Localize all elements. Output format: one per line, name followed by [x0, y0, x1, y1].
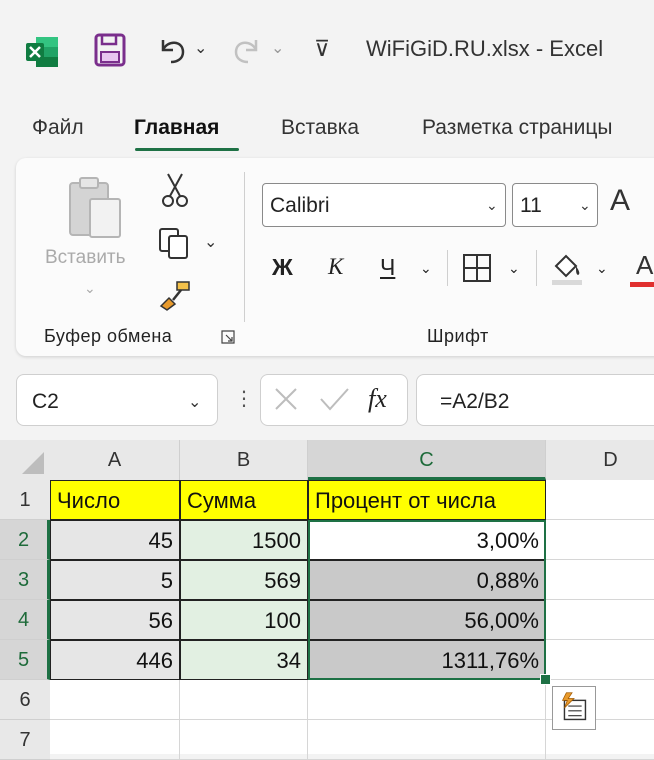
- tab-page-layout[interactable]: Разметка страницы: [422, 116, 613, 140]
- tab-insert[interactable]: Вставка: [281, 116, 359, 140]
- cell-d3[interactable]: [546, 560, 654, 600]
- enter-icon[interactable]: [318, 385, 350, 413]
- column-header-a[interactable]: A: [50, 440, 180, 480]
- tab-home[interactable]: Главная: [134, 116, 219, 140]
- chevron-down-icon[interactable]: ⌄: [188, 392, 201, 412]
- ribbon-separator: [447, 250, 448, 286]
- chevron-down-icon[interactable]: ⌄: [579, 197, 591, 214]
- dialog-launcher-icon[interactable]: [221, 330, 235, 344]
- font-color-bar: [630, 282, 654, 287]
- underline-button[interactable]: Ч: [380, 254, 395, 281]
- cell-c4[interactable]: 56,00%: [308, 600, 546, 640]
- row-header-1[interactable]: 1: [0, 480, 50, 520]
- cell-a5[interactable]: 446: [50, 640, 180, 680]
- cancel-icon[interactable]: [272, 385, 300, 413]
- redo-icon[interactable]: [230, 32, 264, 66]
- font-name-value: Calibri: [270, 194, 330, 217]
- row-header-4[interactable]: 4: [0, 600, 50, 640]
- cell-c5[interactable]: 1311,76%: [308, 640, 546, 680]
- tab-file[interactable]: Файл: [32, 116, 84, 140]
- name-box-value: C2: [32, 390, 59, 413]
- borders-icon[interactable]: [462, 253, 492, 283]
- font-color-icon[interactable]: A: [630, 250, 654, 288]
- cell-c2[interactable]: 3,00%: [308, 520, 546, 560]
- font-size-value: 11: [520, 194, 542, 217]
- fill-color-icon[interactable]: [550, 250, 584, 286]
- header-cell-a1[interactable]: Число: [50, 480, 180, 520]
- select-all-triangle: [22, 452, 44, 474]
- font-group-label: Шрифт: [427, 326, 489, 346]
- copy-icon[interactable]: [157, 226, 191, 260]
- header-cell-c1[interactable]: Процент от числа: [308, 480, 546, 520]
- cell-a7[interactable]: [50, 720, 180, 760]
- column-header-c[interactable]: C: [308, 440, 546, 480]
- cell-c7[interactable]: [308, 720, 546, 760]
- row-header-7[interactable]: 7: [0, 720, 50, 760]
- cell-b5[interactable]: 34: [180, 640, 308, 680]
- cell-d5[interactable]: [546, 640, 654, 680]
- format-painter-icon[interactable]: [157, 278, 193, 312]
- cut-icon[interactable]: [160, 172, 190, 208]
- row-header-5[interactable]: 5: [0, 640, 50, 680]
- redo-dropdown-icon[interactable]: ⌄: [271, 38, 284, 58]
- quick-analysis-icon[interactable]: [552, 686, 596, 730]
- cell-b6[interactable]: [180, 680, 308, 720]
- insert-function-button[interactable]: fx: [368, 384, 387, 414]
- cell-a3[interactable]: 5: [50, 560, 180, 600]
- formula-value: =A2/B2: [440, 390, 510, 413]
- cell-d2[interactable]: [546, 520, 654, 560]
- font-color-letter: A: [636, 250, 654, 280]
- window-title: WiFiGiD.RU.xlsx - Excel: [366, 36, 604, 61]
- paste-dropdown-icon[interactable]: ⌄: [84, 280, 96, 297]
- underline-dropdown-icon[interactable]: ⌄: [420, 260, 432, 277]
- row-header-6[interactable]: 6: [0, 680, 50, 720]
- cell-b3[interactable]: 569: [180, 560, 308, 600]
- active-tab-indicator: [135, 148, 239, 151]
- ribbon-separator: [536, 250, 537, 286]
- cell-a2[interactable]: 45: [50, 520, 180, 560]
- column-header-d[interactable]: D: [546, 440, 654, 480]
- ribbon-separator: [244, 172, 245, 322]
- undo-dropdown-icon[interactable]: ⌄: [194, 38, 207, 58]
- cell-d4[interactable]: [546, 600, 654, 640]
- customize-qat-icon[interactable]: ⊽: [314, 36, 330, 62]
- save-icon[interactable]: [93, 32, 127, 68]
- clipboard-group-label: Буфер обмена: [44, 326, 173, 346]
- increase-font-size-button[interactable]: A: [610, 184, 630, 218]
- excel-logo-icon: [26, 37, 58, 67]
- cell-a4[interactable]: 56: [50, 600, 180, 640]
- cell-d1[interactable]: [546, 480, 654, 520]
- cell-c6[interactable]: [308, 680, 546, 720]
- borders-dropdown-icon[interactable]: ⌄: [508, 260, 520, 277]
- paste-icon[interactable]: [66, 175, 126, 243]
- cell-b2[interactable]: 1500: [180, 520, 308, 560]
- bold-button[interactable]: Ж: [272, 254, 293, 281]
- cell-b4[interactable]: 100: [180, 600, 308, 640]
- paste-button[interactable]: Вставить: [45, 247, 126, 269]
- cell-a6[interactable]: [50, 680, 180, 720]
- column-header-b[interactable]: B: [180, 440, 308, 480]
- italic-button[interactable]: К: [328, 254, 343, 280]
- cell-c3[interactable]: 0,88%: [308, 560, 546, 600]
- fill-color-dropdown-icon[interactable]: ⌄: [596, 260, 608, 277]
- chevron-down-icon[interactable]: ⌄: [486, 197, 498, 214]
- undo-icon[interactable]: [155, 32, 189, 66]
- fill-handle[interactable]: [540, 674, 551, 685]
- copy-dropdown-icon[interactable]: ⌄: [204, 232, 217, 252]
- header-cell-b1[interactable]: Сумма: [180, 480, 308, 520]
- row-header-3[interactable]: 3: [0, 560, 50, 600]
- more-options-icon[interactable]: ⋮: [234, 386, 254, 411]
- cell-b7[interactable]: [180, 720, 308, 760]
- row-header-2[interactable]: 2: [0, 520, 50, 560]
